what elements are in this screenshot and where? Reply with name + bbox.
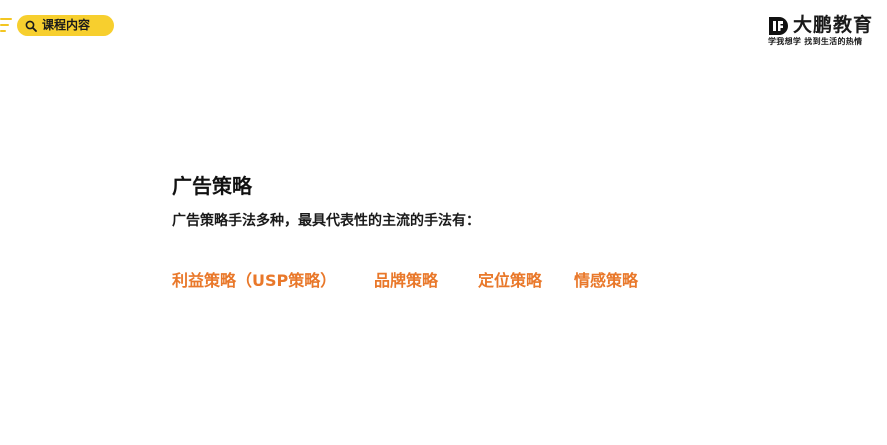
strategy-brand: 品牌策略 bbox=[374, 271, 439, 290]
brand-name: 大鹏教育 bbox=[793, 14, 874, 36]
menu-lines-icon[interactable] bbox=[0, 18, 12, 34]
search-label: 课程内容 bbox=[42, 18, 91, 32]
strategy-positioning: 定位策略 bbox=[478, 271, 543, 290]
brand-slogan: 学我想学 找到生活的热情 bbox=[768, 37, 863, 46]
strategy-emotion: 情感策略 bbox=[574, 271, 639, 290]
slide-subtitle: 广告策略手法多种，最具代表性的主流的手法有： bbox=[172, 213, 480, 229]
search-icon bbox=[25, 20, 37, 32]
brand-logo-block: 大鹏教育 学我想学 找到生活的热情 bbox=[768, 14, 878, 47]
dp-logo-icon bbox=[769, 17, 788, 35]
course-content-search-button[interactable]: 课程内容 bbox=[17, 15, 114, 36]
strategy-usp: 利益策略（USP策略） bbox=[172, 271, 337, 290]
slide-title: 广告策略 bbox=[172, 174, 252, 198]
